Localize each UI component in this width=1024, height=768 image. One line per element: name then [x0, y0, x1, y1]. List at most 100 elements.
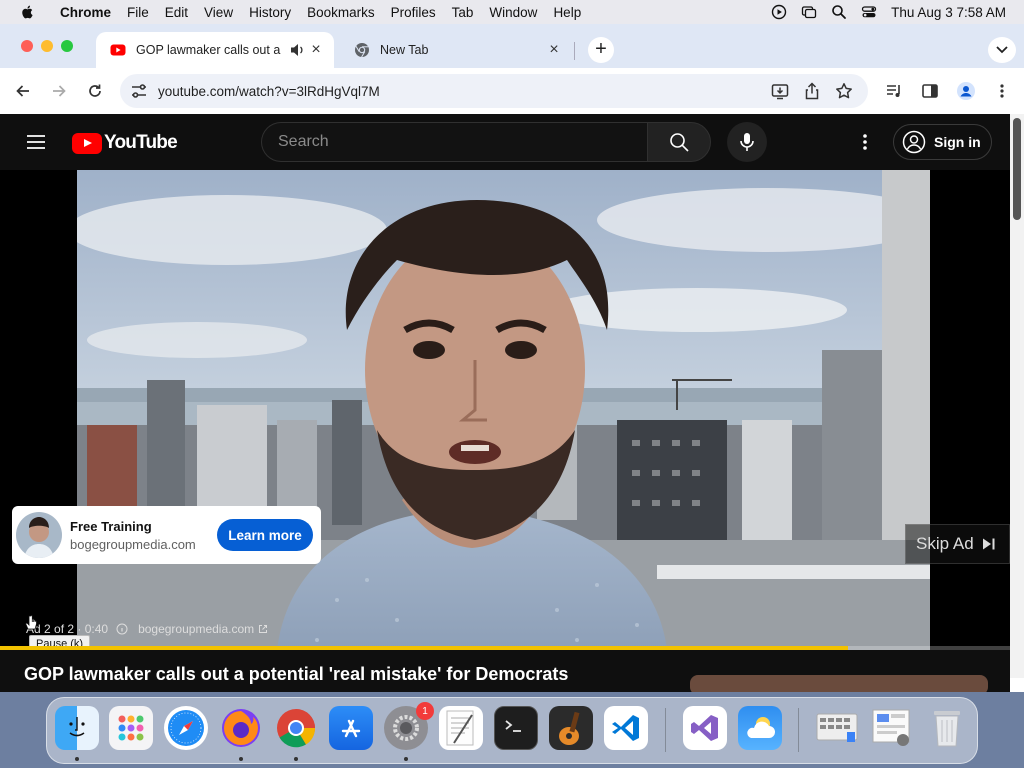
vertical-scroll-thumb[interactable] — [1013, 118, 1021, 220]
weather-icon[interactable] — [738, 706, 782, 750]
install-app-button[interactable] — [769, 80, 791, 102]
media-queue-icon — [887, 85, 900, 97]
play-circle-icon[interactable] — [771, 4, 787, 20]
finder-icon[interactable] — [55, 706, 99, 750]
firefox-icon[interactable] — [219, 706, 263, 750]
tab-new-tab[interactable]: New Tab × — [340, 32, 572, 68]
launchpad-icon[interactable] — [109, 706, 153, 750]
skip-ad-button[interactable]: Skip Ad — [905, 524, 1010, 564]
side-panel-button[interactable] — [919, 80, 941, 102]
video-player[interactable]: Free Training bogegroupmedia.com Learn m… — [0, 170, 1010, 650]
menu-profiles[interactable]: Profiles — [391, 5, 436, 20]
youtube-logo[interactable]: YouTube — [72, 132, 178, 154]
notification-badge: 1 — [416, 702, 434, 720]
reload-icon — [89, 84, 101, 97]
menu-bar-extras: Thu Aug 3 7:58 AM — [771, 0, 1006, 24]
menu-help[interactable]: Help — [553, 5, 581, 20]
tab-title: New Tab — [380, 43, 429, 57]
macos-menu-bar: Chrome File Edit View History Bookmarks … — [0, 0, 1024, 24]
sign-in-button[interactable]: Sign in — [893, 124, 992, 160]
search-box — [261, 122, 647, 162]
app-store-icon[interactable] — [329, 706, 373, 750]
hamburger-menu-icon[interactable] — [26, 132, 46, 152]
screen-mirroring-icon[interactable] — [801, 4, 817, 20]
companion-ad-thumbnail[interactable] — [690, 675, 988, 692]
youtube-page: YouTube Sign in — [0, 114, 1010, 692]
control-center-icon[interactable] — [861, 4, 877, 20]
terminal-icon[interactable] — [494, 706, 538, 750]
site-settings-icon[interactable] — [130, 82, 148, 100]
search-input[interactable] — [262, 133, 647, 151]
youtube-play-logo-icon — [72, 132, 102, 154]
menu-edit[interactable]: Edit — [165, 5, 188, 20]
close-tab-icon[interactable]: × — [544, 41, 564, 59]
sign-in-label: Sign in — [934, 134, 981, 150]
tab-youtube-video[interactable]: GOP lawmaker calls out a × — [96, 32, 334, 68]
settings-menu-button[interactable] — [855, 132, 875, 152]
spotlight-search-icon[interactable] — [831, 4, 847, 20]
install-icon — [771, 84, 789, 100]
apple-icon[interactable] — [18, 4, 38, 20]
dock-separator — [798, 708, 799, 752]
tab-search-button[interactable] — [988, 37, 1016, 63]
plus-icon: + — [595, 38, 607, 60]
preview-icon[interactable] — [869, 706, 913, 750]
visual-studio-icon[interactable] — [683, 706, 727, 750]
more-vertical-icon — [1000, 84, 1004, 98]
close-window-button[interactable] — [21, 40, 33, 52]
garageband-icon[interactable] — [549, 706, 593, 750]
address-bar[interactable]: youtube.com/watch?v=3lRdHgVql7M — [120, 74, 868, 108]
learn-more-button[interactable]: Learn more — [217, 519, 313, 551]
menu-clock[interactable]: Thu Aug 3 7:58 AM — [891, 5, 1006, 20]
chrome-window: GOP lawmaker calls out a × New Tab × + y… — [0, 24, 1024, 692]
menu-view[interactable]: View — [204, 5, 233, 20]
textedit-icon[interactable] — [439, 706, 483, 750]
side-panel-icon — [922, 84, 938, 98]
vertical-scrollbar[interactable] — [1010, 114, 1024, 678]
menu-tab[interactable]: Tab — [452, 5, 474, 20]
voice-search-button[interactable] — [727, 122, 767, 162]
trash-icon[interactable] — [925, 706, 969, 750]
ad-card-title: Free Training — [70, 518, 152, 534]
youtube-icon — [110, 44, 126, 56]
close-tab-icon[interactable]: × — [306, 41, 326, 59]
vscode-icon[interactable] — [604, 706, 648, 750]
url-text: youtube.com/watch?v=3lRdHgVql7M — [158, 83, 380, 99]
youtube-header: YouTube Sign in — [0, 114, 1010, 170]
skip-next-icon — [982, 538, 995, 550]
menu-app-name[interactable]: Chrome — [60, 5, 111, 20]
search-icon — [670, 133, 689, 152]
screen-grid-icon[interactable] — [815, 706, 859, 750]
profile-button[interactable] — [955, 80, 977, 102]
chrome-dock-icon[interactable] — [274, 706, 318, 750]
info-icon[interactable] — [116, 623, 128, 635]
menu-bookmarks[interactable]: Bookmarks — [307, 5, 375, 20]
bookmark-button[interactable] — [833, 80, 855, 102]
media-controls-button[interactable] — [883, 80, 905, 102]
new-tab-button[interactable]: + — [588, 37, 614, 63]
microphone-icon — [740, 133, 754, 151]
share-button[interactable] — [801, 80, 823, 102]
tab-strip: GOP lawmaker calls out a × New Tab × + — [0, 24, 1024, 68]
menu-window[interactable]: Window — [489, 5, 537, 20]
external-link-icon[interactable] — [258, 624, 268, 634]
back-button[interactable] — [12, 80, 34, 102]
forward-button[interactable] — [48, 80, 70, 102]
search-button[interactable] — [647, 122, 711, 162]
zoom-window-button[interactable] — [61, 40, 73, 52]
menu-history[interactable]: History — [249, 5, 291, 20]
skip-ad-label: Skip Ad — [916, 534, 974, 553]
safari-icon[interactable] — [164, 706, 208, 750]
video-frame[interactable] — [77, 170, 930, 650]
speaker-icon[interactable] — [290, 43, 306, 57]
chrome-menu-button[interactable] — [991, 80, 1013, 102]
reload-button[interactable] — [84, 80, 106, 102]
advertiser-link[interactable]: bogegroupmedia.com — [138, 622, 254, 636]
minimize-window-button[interactable] — [41, 40, 53, 52]
system-settings-icon[interactable]: 1 — [384, 702, 434, 750]
tab-divider — [574, 42, 575, 60]
menu-file[interactable]: File — [127, 5, 149, 20]
profile-avatar-icon — [957, 82, 975, 100]
ad-counter: Ad 2 of 2 · 0:40 — [26, 622, 109, 636]
ad-overlay-card[interactable]: Free Training bogegroupmedia.com Learn m… — [12, 506, 321, 564]
